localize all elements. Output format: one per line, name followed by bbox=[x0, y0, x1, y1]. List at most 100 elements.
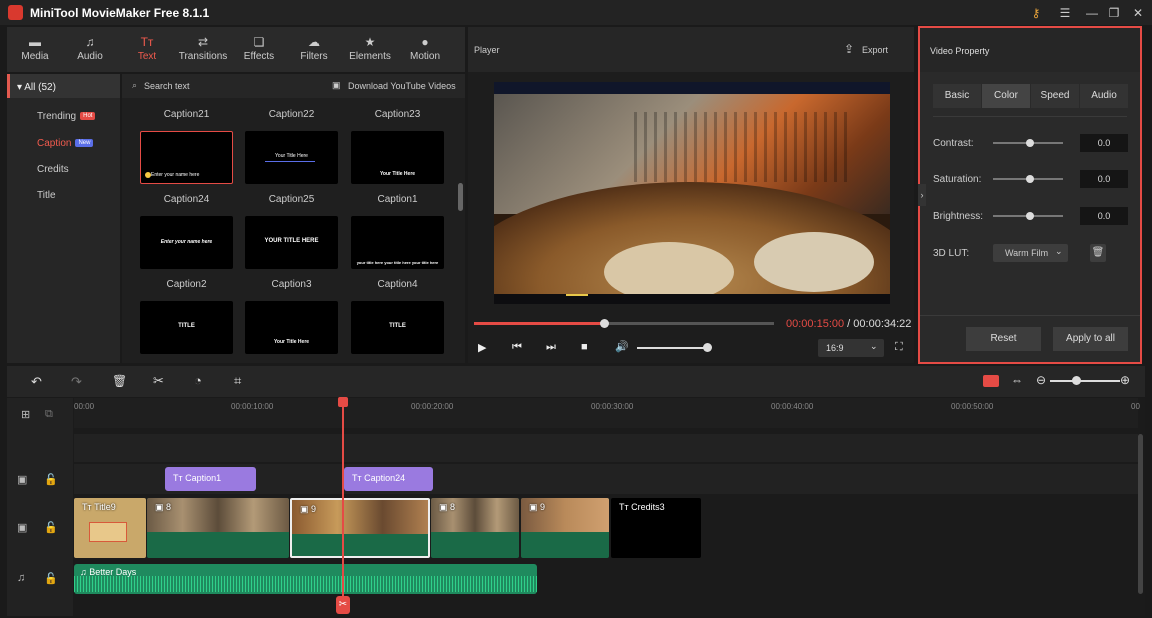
lock-icon[interactable]: 🔓 bbox=[44, 572, 58, 585]
redo-icon[interactable]: ↷ bbox=[71, 374, 82, 390]
add-track-icon[interactable]: ⊞ bbox=[21, 408, 30, 421]
tab-effects[interactable]: ❏ Effects bbox=[231, 27, 287, 72]
tab-filters[interactable]: ☁ Filters bbox=[286, 27, 342, 72]
timeline-ruler[interactable]: 00:00 00:00:10:00 00:00:20:00 00:00:30:0… bbox=[74, 398, 1140, 428]
brightness-value[interactable]: 0.0 bbox=[1080, 207, 1128, 225]
progress-handle[interactable] bbox=[600, 319, 609, 328]
zoom-slider[interactable] bbox=[1050, 380, 1120, 382]
play-icon[interactable]: ▶ bbox=[478, 341, 486, 354]
lut-label: 3D LUT: bbox=[933, 248, 970, 259]
caption-thumbnail[interactable]: Your Title Here bbox=[245, 131, 338, 184]
volume-icon[interactable]: 🔊 bbox=[615, 340, 629, 353]
app-title: MiniTool MovieMaker Free 8.1.1 bbox=[30, 6, 210, 20]
tab-elements[interactable]: ★ Elements bbox=[341, 27, 399, 72]
zoom-handle[interactable] bbox=[1072, 376, 1081, 385]
menu-icon[interactable]: ☰ bbox=[1056, 4, 1074, 22]
lock-icon[interactable]: 🔓 bbox=[44, 473, 58, 486]
copy-track-icon[interactable]: ⧉ bbox=[45, 408, 53, 421]
search-input[interactable]: Search text bbox=[144, 81, 190, 91]
tab-color[interactable]: Color bbox=[982, 84, 1030, 108]
playhead[interactable] bbox=[342, 400, 344, 605]
new-badge: New bbox=[75, 139, 94, 148]
video-clip[interactable]: Tт Title9 bbox=[74, 498, 146, 558]
contrast-slider[interactable] bbox=[993, 139, 1063, 147]
caption-thumbnail[interactable]: Your Title Here bbox=[245, 301, 338, 354]
scissors-icon[interactable]: ✂ bbox=[336, 596, 350, 614]
tab-audio[interactable]: ♫ Audio bbox=[62, 27, 118, 72]
brightness-handle[interactable] bbox=[1026, 212, 1034, 220]
saturation-handle[interactable] bbox=[1026, 175, 1034, 183]
tab-basic[interactable]: Basic bbox=[933, 84, 981, 108]
video-clip[interactable]: ▣ 8 bbox=[431, 498, 519, 558]
video-preview[interactable] bbox=[494, 82, 890, 304]
export-button[interactable]: Export bbox=[862, 45, 888, 55]
tab-text[interactable]: Tт Text bbox=[119, 27, 175, 72]
tab-transitions[interactable]: ⇄ Transitions bbox=[174, 27, 232, 72]
caption-thumbnail[interactable]: TITLE bbox=[140, 301, 233, 354]
caption-thumbnail[interactable]: Enter your name here bbox=[140, 131, 233, 184]
collapse-icon[interactable]: › bbox=[918, 184, 926, 206]
minimize-icon[interactable]: — bbox=[1083, 4, 1101, 22]
volume-slider[interactable] bbox=[637, 347, 707, 349]
video-clip[interactable]: ▣ 9 bbox=[290, 498, 430, 558]
video-clip[interactable]: ▣ 8 bbox=[147, 498, 289, 558]
apply-to-all-button[interactable]: Apply to all bbox=[1053, 327, 1128, 351]
snap-icon[interactable] bbox=[983, 375, 999, 387]
lock-icon[interactable]: 🔓 bbox=[44, 521, 58, 534]
sidebar-item-caption[interactable]: Caption New bbox=[37, 138, 94, 149]
speed-icon[interactable]: ◔ bbox=[194, 373, 202, 388]
divider bbox=[933, 116, 1127, 117]
maximize-icon[interactable]: ❐ bbox=[1105, 4, 1123, 22]
zoom-out-icon[interactable]: ⊖ bbox=[1036, 373, 1046, 387]
sidebar-item-credits[interactable]: Credits bbox=[37, 164, 69, 175]
stop-icon[interactable]: ■ bbox=[581, 341, 588, 353]
undo-icon[interactable]: ↶ bbox=[31, 374, 42, 390]
reset-button[interactable]: Reset bbox=[966, 327, 1041, 351]
split-icon[interactable]: ✂ bbox=[153, 373, 164, 389]
contrast-value[interactable]: 0.0 bbox=[1080, 134, 1128, 152]
text-icon: Tт bbox=[140, 35, 154, 49]
sidebar-item-title[interactable]: Title bbox=[37, 190, 56, 201]
saturation-label: Saturation: bbox=[933, 174, 982, 185]
caption-thumbnail[interactable]: TITLE bbox=[351, 301, 444, 354]
lut-select[interactable]: Warm Film ⌄ bbox=[993, 244, 1068, 262]
key-icon[interactable]: ⚷ bbox=[1027, 4, 1045, 22]
fullscreen-icon[interactable]: ⛶ bbox=[895, 341, 903, 354]
next-frame-icon[interactable]: ⏭ bbox=[546, 341, 556, 354]
saturation-value[interactable]: 0.0 bbox=[1080, 170, 1128, 188]
caption-thumbnail[interactable]: Your Title Here bbox=[351, 131, 444, 184]
sidebar-item-trending[interactable]: Trending Hot bbox=[37, 111, 96, 122]
close-icon[interactable]: ✕ bbox=[1129, 4, 1147, 22]
timeline-scrollbar[interactable] bbox=[1138, 434, 1143, 594]
caption-clip[interactable]: Tт Caption1 bbox=[165, 467, 256, 491]
crop-icon[interactable]: ⌗ bbox=[234, 373, 241, 389]
audio-clip[interactable]: ♫ Better Days bbox=[74, 564, 537, 594]
volume-handle[interactable] bbox=[703, 343, 712, 352]
tab-audio-props[interactable]: Audio bbox=[1080, 84, 1128, 108]
previous-frame-icon[interactable]: ⏮ bbox=[512, 341, 522, 354]
library-scrollbar[interactable] bbox=[458, 183, 463, 211]
video-clip[interactable]: ▣ 9 bbox=[521, 498, 609, 558]
trash-icon[interactable]: 🗑 bbox=[1090, 244, 1106, 262]
aspect-select[interactable]: 16:9 ⌄ bbox=[818, 339, 884, 357]
video-clip[interactable]: Tт Credits3 bbox=[611, 498, 701, 558]
caption-thumbnail[interactable]: YOUR TITLE HERE bbox=[245, 216, 338, 269]
caption-label: Caption24 bbox=[163, 194, 210, 205]
caption-thumbnail[interactable]: your title here your title here your tit… bbox=[351, 216, 444, 269]
caption-thumbnail[interactable]: Enter your name here bbox=[140, 216, 233, 269]
empty-track bbox=[74, 434, 1138, 462]
search-icon: ⌕ bbox=[132, 80, 138, 90]
fit-timeline-icon[interactable]: ⇔ bbox=[1011, 373, 1023, 387]
caption-clip[interactable]: Tт Caption24 bbox=[344, 467, 433, 491]
saturation-slider[interactable] bbox=[993, 175, 1063, 183]
tab-speed[interactable]: Speed bbox=[1031, 84, 1079, 108]
brightness-slider[interactable] bbox=[993, 212, 1063, 220]
tab-motion[interactable]: ● Motion bbox=[397, 27, 453, 72]
sidebar-all[interactable]: ▾ All (52) bbox=[7, 74, 120, 98]
zoom-in-icon[interactable]: ⊕ bbox=[1120, 373, 1130, 387]
tab-media[interactable]: ▬ Media bbox=[7, 27, 63, 72]
download-youtube-link[interactable]: Download YouTube Videos bbox=[348, 81, 456, 91]
contrast-handle[interactable] bbox=[1026, 139, 1034, 147]
property-header: Video Property bbox=[920, 28, 1140, 72]
delete-icon[interactable]: 🗑 bbox=[112, 374, 127, 388]
